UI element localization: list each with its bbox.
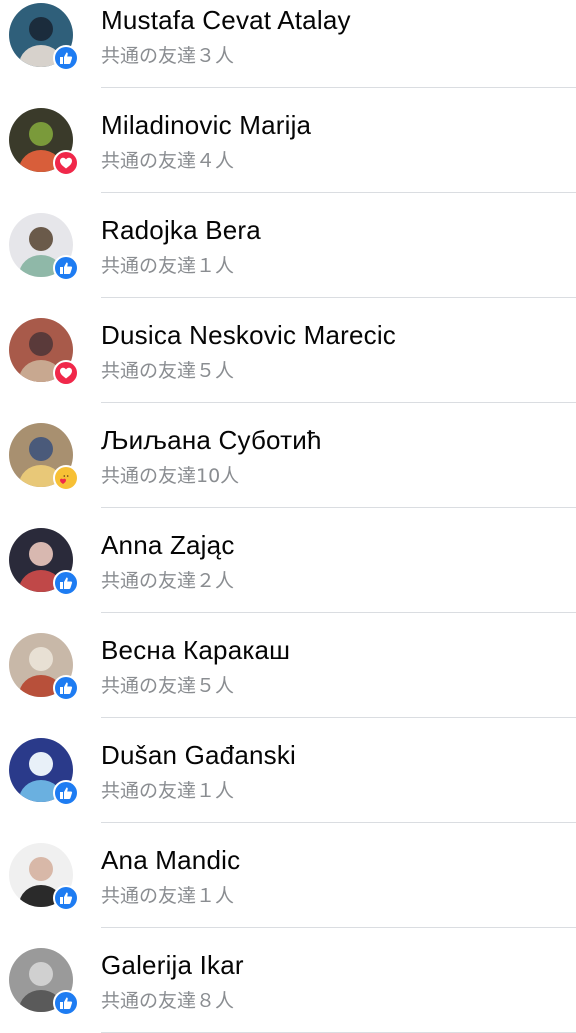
like-icon xyxy=(60,682,73,694)
mutual-friends-count: 共通の友達８人 xyxy=(101,990,235,1012)
friend-list: Mustafa Cevat Atalay 共通の友達３人 Miladinovic… xyxy=(0,0,576,1033)
friend-name[interactable]: Mustafa Cevat Atalay xyxy=(101,5,351,36)
friend-name[interactable]: Radojka Bera xyxy=(101,215,261,246)
reaction-badge xyxy=(53,780,79,806)
friend-row[interactable]: Весна Каракаш 共通の友達５人 xyxy=(0,613,576,718)
friend-name[interactable]: Љиљана Суботић xyxy=(101,425,322,456)
friend-row[interactable]: Dušan Gađanski 共通の友達１人 xyxy=(0,718,576,823)
love-icon xyxy=(60,157,72,169)
friend-row[interactable]: Mustafa Cevat Atalay 共通の友達３人 xyxy=(0,0,576,88)
friend-row[interactable]: Radojka Bera 共通の友達１人 xyxy=(0,193,576,298)
reaction-badge xyxy=(53,675,79,701)
friend-name[interactable]: Весна Каракаш xyxy=(101,635,290,666)
mutual-friends-count: 共通の友達１人 xyxy=(101,255,235,277)
friend-row[interactable]: Galerija Ikar 共通の友達８人 xyxy=(0,928,576,1033)
reaction-badge xyxy=(53,885,79,911)
reaction-badge xyxy=(53,465,79,491)
friend-name[interactable]: Anna Zając xyxy=(101,530,235,561)
friend-name[interactable]: Ana Mandic xyxy=(101,845,240,876)
mutual-friends-count: 共通の友達１人 xyxy=(101,885,235,907)
mutual-friends-count: 共通の友達５人 xyxy=(101,360,235,382)
mutual-friends-count: 共通の友達５人 xyxy=(101,675,235,697)
like-icon xyxy=(60,892,73,904)
friend-name[interactable]: Galerija Ikar xyxy=(101,950,244,981)
like-icon xyxy=(60,997,73,1009)
reaction-badge xyxy=(53,45,79,71)
like-icon xyxy=(60,577,73,589)
mutual-friends-count: 共通の友達２人 xyxy=(101,570,235,592)
mutual-friends-count: 共通の友達10人 xyxy=(101,465,240,487)
friend-name[interactable]: Dušan Gađanski xyxy=(101,740,296,771)
like-icon xyxy=(60,262,73,274)
friend-row[interactable]: Љиљана Суботић 共通の友達10人 xyxy=(0,403,576,508)
friend-row[interactable]: Dusica Neskovic Marecic 共通の友達５人 xyxy=(0,298,576,403)
friend-row[interactable]: Anna Zając 共通の友達２人 xyxy=(0,508,576,613)
care-icon xyxy=(60,471,72,484)
friend-name[interactable]: Dusica Neskovic Marecic xyxy=(101,320,396,351)
mutual-friends-count: 共通の友達３人 xyxy=(101,45,235,67)
friend-row[interactable]: Miladinovic Marija 共通の友達４人 xyxy=(0,88,576,193)
friend-row[interactable]: Ana Mandic 共通の友達１人 xyxy=(0,823,576,928)
like-icon xyxy=(60,787,73,799)
love-icon xyxy=(60,367,72,379)
reaction-badge xyxy=(53,990,79,1016)
like-icon xyxy=(60,52,73,64)
mutual-friends-count: 共通の友達１人 xyxy=(101,780,235,802)
reaction-badge xyxy=(53,255,79,281)
reaction-badge xyxy=(53,570,79,596)
friend-name[interactable]: Miladinovic Marija xyxy=(101,110,311,141)
mutual-friends-count: 共通の友達４人 xyxy=(101,150,235,172)
reaction-badge xyxy=(53,360,79,386)
reaction-badge xyxy=(53,150,79,176)
